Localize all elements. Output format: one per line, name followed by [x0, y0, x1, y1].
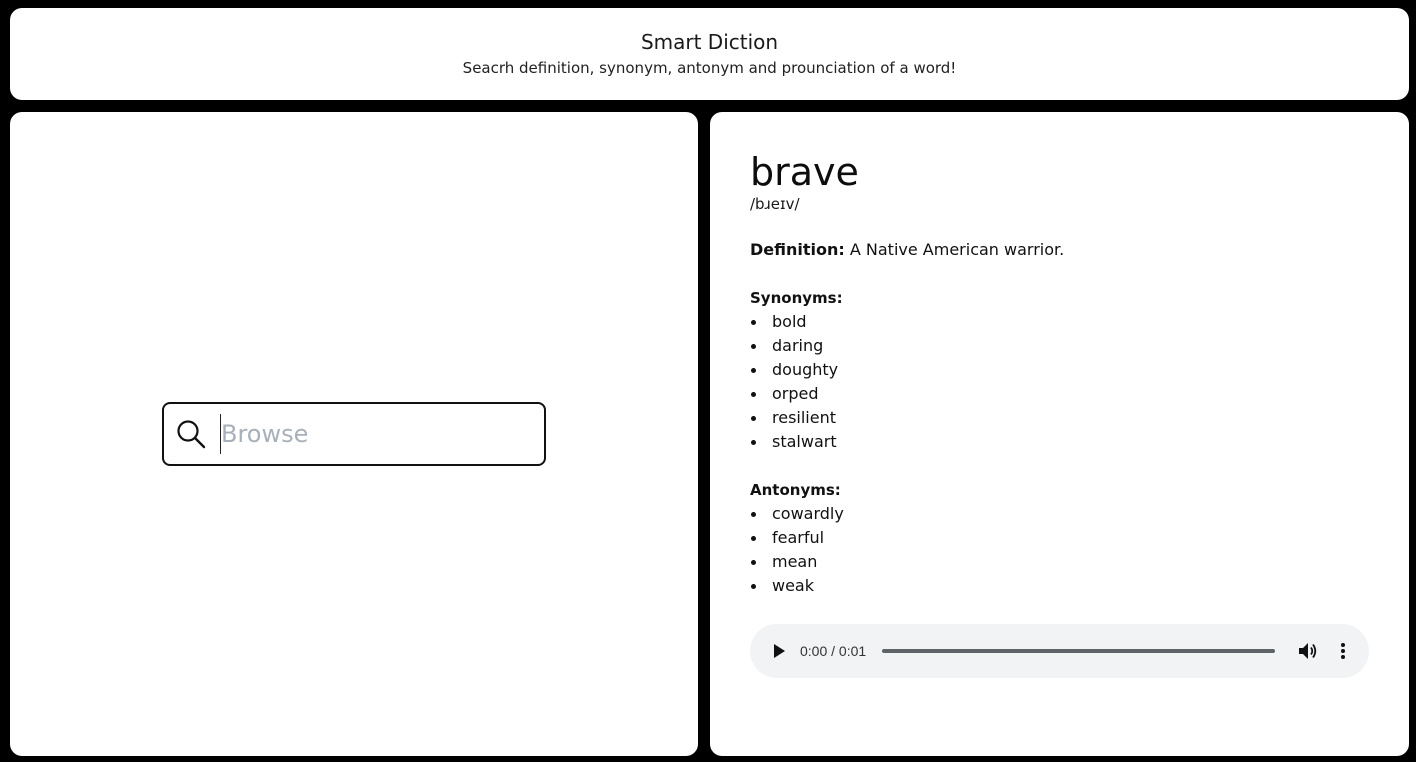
definition: Definition: A Native American warrior.	[750, 238, 1369, 262]
result-panel: brave /bɹeɪv/ Definition: A Native Ameri…	[710, 112, 1409, 756]
synonym-item: orped	[750, 382, 1369, 406]
audio-time: 0:00 / 0:01	[800, 643, 867, 659]
antonym-item: fearful	[750, 526, 1369, 550]
antonyms-label: Antonyms:	[750, 481, 841, 499]
synonym-item: stalwart	[750, 430, 1369, 454]
synonym-item: daring	[750, 334, 1369, 358]
antonym-item: mean	[750, 550, 1369, 574]
audio-progress-slider[interactable]	[882, 649, 1275, 653]
synonym-item: doughty	[750, 358, 1369, 382]
definition-text: A Native American warrior.	[844, 240, 1065, 259]
app-header: Smart Diction Seacrh definition, synonym…	[10, 8, 1409, 100]
play-icon[interactable]	[768, 640, 790, 662]
audio-player: 0:00 / 0:01	[750, 624, 1369, 678]
synonym-item: bold	[750, 310, 1369, 334]
app-title: Smart Diction	[640, 30, 779, 54]
result-phonetic: /bɹeɪv/	[750, 195, 800, 213]
synonym-item: resilient	[750, 406, 1369, 430]
result-word: brave	[750, 150, 859, 194]
search-input[interactable]	[220, 414, 520, 454]
definition-label: Definition:	[750, 240, 845, 259]
antonym-item: weak	[750, 574, 1369, 598]
antonym-item: cowardly	[750, 502, 1369, 526]
search-panel	[10, 112, 698, 756]
search-icon	[174, 417, 208, 451]
antonyms-list: cowardly fearful mean weak	[750, 502, 1369, 598]
synonyms-label: Synonyms:	[750, 289, 843, 307]
more-options-icon[interactable]	[1333, 640, 1353, 662]
app-subtitle: Seacrh definition, synonym, antonym and …	[462, 59, 957, 77]
volume-icon[interactable]	[1297, 640, 1319, 662]
synonyms-list: bold daring doughty orped resilient stal…	[750, 310, 1369, 454]
search-box[interactable]	[162, 402, 546, 466]
